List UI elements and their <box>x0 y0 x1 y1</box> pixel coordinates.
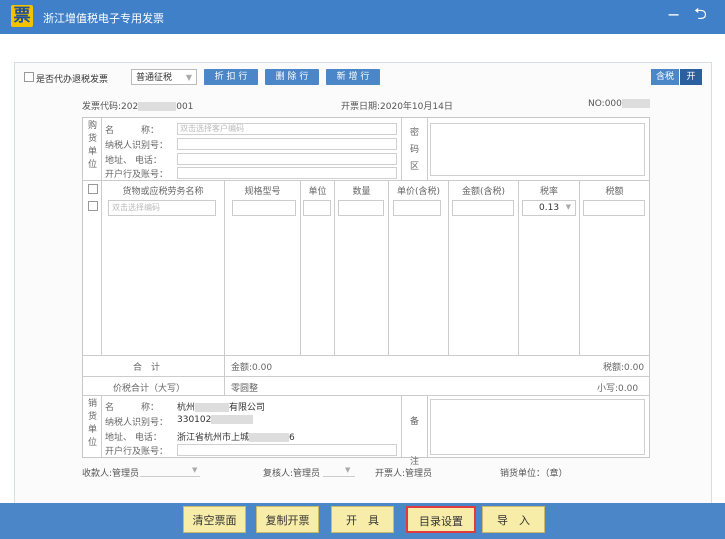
reviewer-underline <box>323 476 355 477</box>
total-in-figures: 小写:0.00 <box>597 384 639 394</box>
seller-name-label: 名 称： <box>105 403 160 413</box>
price-tax-total-label: 价税合计（大写） <box>113 384 186 394</box>
seller-side-label: 销货单位 <box>88 399 98 448</box>
seller-address-label: 地址、 电话： <box>105 433 162 443</box>
tax-input[interactable] <box>583 200 645 216</box>
invoice-code-prefix: 发票代码:202 <box>82 102 139 112</box>
tax-included-toggle[interactable]: 含税 <box>651 69 679 85</box>
payee-underline <box>140 476 200 477</box>
invoice-number: NO:000 <box>588 99 650 109</box>
add-row-button[interactable]: 新 增 行 <box>326 69 380 85</box>
col-quantity: 数量 <box>352 187 371 197</box>
seller-bank-input[interactable] <box>177 444 397 456</box>
redacted-block <box>621 99 650 108</box>
tax-rate-value: 0.13 <box>539 203 560 213</box>
issuer-label: 开票人:管理员 <box>375 469 433 479</box>
seller-taxid-value: 330102 <box>177 415 254 425</box>
issue-invoice-button[interactable]: 开 具 <box>331 506 394 533</box>
buyer-bank-input[interactable] <box>177 167 397 179</box>
invoice-app-icon: 票 <box>11 5 33 27</box>
col-unit: 单位 <box>308 187 327 197</box>
discount-row-button[interactable]: 折 扣 行 <box>204 69 258 85</box>
col-amount: 金额(含税) <box>461 187 506 197</box>
levy-type-select[interactable]: 普通征税 ▼ <box>131 69 197 85</box>
levy-type-value: 普通征税 <box>136 73 173 83</box>
invoice-code-suffix: 001 <box>176 102 194 112</box>
unit-input[interactable] <box>303 200 331 216</box>
quantity-input[interactable] <box>338 200 384 216</box>
amount-input[interactable] <box>452 200 514 216</box>
total-label: 合 计 <box>133 363 161 373</box>
col-tax: 税额 <box>605 187 624 197</box>
chevron-down-icon[interactable]: ▼ <box>192 466 197 474</box>
unit-price-input[interactable] <box>393 200 441 216</box>
buyer-name-label: 名 称： <box>105 126 160 136</box>
minimize-button[interactable]: − <box>667 6 680 24</box>
reviewer-label: 复核人:管理员 <box>263 469 321 479</box>
seller-name-value: 杭州 有限公司 <box>177 403 266 413</box>
col-spec: 规格型号 <box>244 187 281 197</box>
buyer-name-input[interactable]: 双击选择客户编码 <box>177 123 397 135</box>
chevron-down-icon[interactable]: ▼ <box>345 466 350 474</box>
buyer-side-label: 购货单位 <box>88 121 98 170</box>
cipher-area-label: 密码区 <box>410 128 420 172</box>
select-all-checkbox[interactable] <box>88 184 98 194</box>
catalog-settings-button[interactable]: 目录设置 <box>406 506 476 533</box>
invoice-code: 发票代码:202 001 <box>82 99 193 112</box>
seller-unit-stamp-label: 销货单位：（章） <box>500 469 568 479</box>
window-title: 浙江增值税电子专用发票 <box>43 12 164 25</box>
seller-taxid-label: 纳税人识别号： <box>105 418 169 428</box>
agent-refund-checkbox[interactable] <box>24 72 34 82</box>
total-in-words: 零圆整 <box>231 384 259 394</box>
copy-invoice-button[interactable]: 复制开票 <box>256 506 319 533</box>
goods-name-input[interactable]: 双击选择编码 <box>108 200 216 216</box>
col-goods-name: 货物或应税劳务名称 <box>122 187 204 197</box>
redacted-block <box>138 102 177 111</box>
payee-label: 收款人:管理员 <box>82 469 140 479</box>
chevron-down-icon: ▼ <box>565 203 571 211</box>
agent-refund-label: 是否代办退税发票 <box>36 75 109 85</box>
row-checkbox[interactable] <box>88 201 98 211</box>
seller-address-value: 浙江省杭州市上城 6 <box>177 433 295 443</box>
buyer-address-input[interactable] <box>177 153 397 165</box>
invoice-date: 开票日期:2020年10月14日 <box>341 102 453 112</box>
delete-row-button[interactable]: 删 除 行 <box>265 69 319 85</box>
tax-included-state[interactable]: 开 <box>680 69 702 85</box>
cipher-area <box>430 123 645 176</box>
sub-header <box>0 34 725 62</box>
invoice-table: 购货单位 名 称： 纳税人识别号： 地址、 电话： 开户行及账号： 双击选择客户… <box>82 117 650 467</box>
col-unit-price: 单价(含税) <box>396 187 441 197</box>
seller-bank-label: 开户行及账号： <box>105 447 169 457</box>
total-amount: 金额:0.00 <box>231 363 273 373</box>
buyer-address-label: 地址、 电话： <box>105 156 162 166</box>
invoice-number-prefix: NO:000 <box>588 99 622 109</box>
spec-input[interactable] <box>232 200 296 216</box>
buyer-taxid-label: 纳税人识别号： <box>105 141 169 151</box>
chevron-down-icon: ▼ <box>185 73 192 82</box>
col-tax-rate: 税率 <box>539 187 558 197</box>
buyer-bank-label: 开户行及账号： <box>105 170 169 180</box>
clear-invoice-button[interactable]: 清空票面 <box>183 506 246 533</box>
total-tax: 税额:0.00 <box>603 363 645 373</box>
tax-rate-select[interactable]: 0.13 ▼ <box>522 200 576 216</box>
remark-input[interactable] <box>430 399 645 455</box>
back-icon[interactable]: ⮌ <box>694 5 707 23</box>
buyer-taxid-input[interactable] <box>177 138 397 150</box>
import-button[interactable]: 导 入 <box>482 506 545 533</box>
